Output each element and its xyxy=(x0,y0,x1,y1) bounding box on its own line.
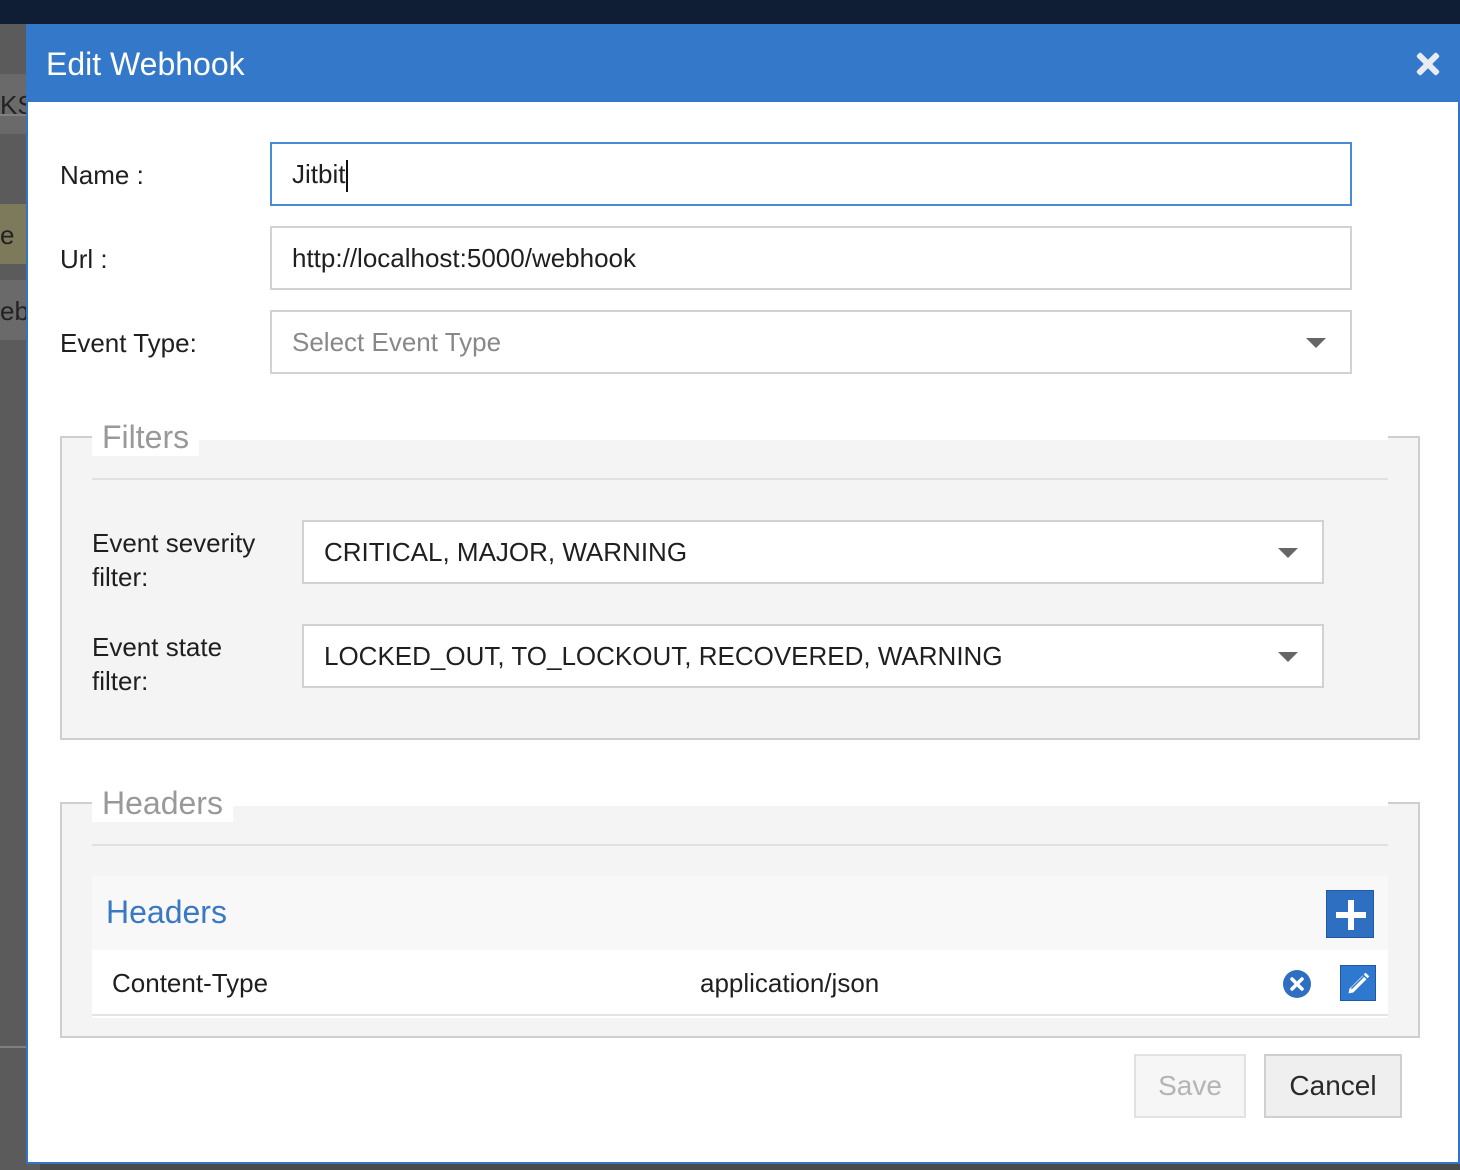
event-type-label: Event Type: xyxy=(60,328,197,358)
cancel-button[interactable]: Cancel xyxy=(1264,1054,1402,1118)
severity-label-line: filter: xyxy=(92,562,149,592)
header-value: application/json xyxy=(700,968,880,998)
url-input-value: http://localhost:5000/webhook xyxy=(292,243,637,273)
remove-header-icon[interactable] xyxy=(1282,969,1312,999)
filters-fieldset: Filters Event severity filter: CRITICAL,… xyxy=(60,418,1420,740)
name-label: Name : xyxy=(60,160,144,190)
chevron-down-icon xyxy=(1278,652,1298,662)
event-type-placeholder: Select Event Type xyxy=(292,327,502,357)
table-row: Content-Type application/json xyxy=(92,950,1388,1016)
headers-panel: Headers Content-Type application/json xyxy=(92,876,1388,1018)
headers-legend: Headers xyxy=(92,784,233,822)
state-filter-select[interactable]: LOCKED_OUT, TO_LOCKOUT, RECOVERED, WARNI… xyxy=(302,624,1324,688)
legend-gap xyxy=(92,802,1388,806)
legend-gap xyxy=(92,436,1388,440)
severity-filter-select[interactable]: CRITICAL, MAJOR, WARNING xyxy=(302,520,1324,584)
chevron-down-icon xyxy=(1278,548,1298,558)
headers-panel-title-row: Headers xyxy=(92,876,1388,950)
background-divider xyxy=(0,114,26,116)
state-label-line: filter: xyxy=(92,666,149,696)
severity-filter-label: Event severity filter: xyxy=(92,526,255,594)
url-input[interactable]: http://localhost:5000/webhook xyxy=(270,226,1352,290)
headers-panel-title: Headers xyxy=(106,894,227,930)
header-key: Content-Type xyxy=(112,968,269,998)
close-icon[interactable] xyxy=(1414,50,1442,78)
dialog-header: Edit Webhook xyxy=(26,24,1460,102)
filters-divider xyxy=(92,478,1388,480)
state-filter-label: Event state filter: xyxy=(92,630,222,698)
text-cursor xyxy=(346,160,349,193)
filters-legend: Filters xyxy=(92,418,200,456)
name-input-value: Jitbit xyxy=(292,159,346,189)
pencil-icon xyxy=(1348,972,1370,994)
dialog-title: Edit Webhook xyxy=(46,46,245,82)
chevron-down-icon xyxy=(1306,338,1326,348)
edit-webhook-dialog: Edit Webhook Name : Jitbit Url : http://… xyxy=(26,24,1460,1164)
headers-divider xyxy=(92,844,1388,846)
headers-fieldset: Headers Headers Content-Type application… xyxy=(60,784,1420,1038)
severity-filter-value: CRITICAL, MAJOR, WARNING xyxy=(324,537,688,567)
severity-label-line: Event severity xyxy=(92,528,256,558)
state-label-line: Event state xyxy=(92,632,223,662)
plus-icon xyxy=(1336,900,1366,930)
edit-header-icon[interactable] xyxy=(1340,965,1376,1001)
save-button[interactable]: Save xyxy=(1134,1054,1246,1118)
state-filter-value: LOCKED_OUT, TO_LOCKOUT, RECOVERED, WARNI… xyxy=(324,641,1003,671)
app-top-bar xyxy=(0,0,1460,24)
event-type-select[interactable]: Select Event Type xyxy=(270,310,1352,374)
url-label: Url : xyxy=(60,244,108,274)
add-header-button[interactable] xyxy=(1326,890,1374,938)
background-divider xyxy=(0,1046,26,1048)
name-input[interactable]: Jitbit xyxy=(270,142,1352,206)
